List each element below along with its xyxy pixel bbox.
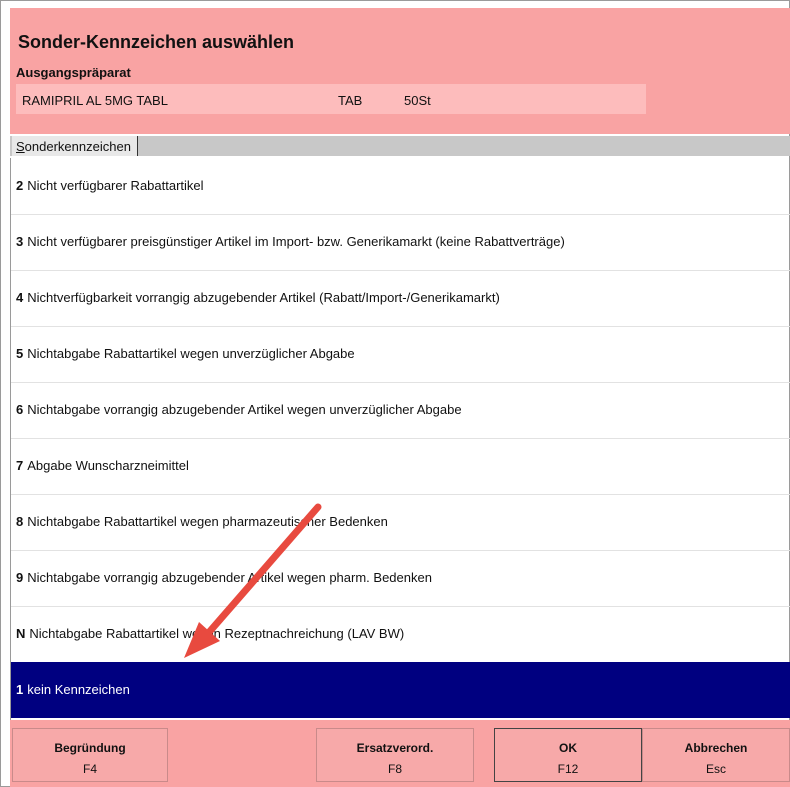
ok-button[interactable]: OK F12: [494, 728, 642, 782]
list-item[interactable]: 5 Nichtabgabe Rabattartikel wegen unverzü…: [11, 326, 790, 383]
tab-sonderkennzeichen[interactable]: Sonderkennzeichen: [12, 136, 138, 156]
product-pack: 50St: [404, 93, 431, 108]
list-item-selected[interactable]: 1 kein Kennzeichen: [11, 662, 790, 718]
option-key: 4: [16, 290, 24, 305]
ersatzverordnung-button[interactable]: Ersatzverord. F8: [316, 728, 474, 782]
begruendung-button[interactable]: Begründung F4: [12, 728, 168, 782]
list-item[interactable]: 9 Nichtabgabe vorrangig abzugebender Arti…: [11, 550, 790, 607]
dialog-title: Sonder-Kennzeichen auswählen: [18, 32, 295, 52]
option-key: 6: [16, 402, 24, 417]
option-list: 2 Nicht verfügbarer Rabattartikel 3 Nicht …: [10, 158, 790, 720]
list-item[interactable]: 8 Nichtabgabe Rabattartikel wegen pharmaz…: [11, 494, 790, 551]
option-text: Abgabe Wunscharzneimittel: [27, 458, 189, 473]
option-text: Nichtabgabe Rabattartikel wegen unverzüg…: [27, 346, 355, 361]
product-name: RAMIPRIL AL 5MG TABL: [22, 93, 168, 108]
dialog-header: Sonder-Kennzeichen auswählen Ausgangsprä…: [10, 8, 790, 134]
option-key: 3: [16, 234, 24, 249]
product-form: TAB: [338, 93, 363, 108]
option-text: Nichtabgabe Rabattartikel wegen pharmaze…: [27, 514, 388, 529]
option-text: kein Kennzeichen: [27, 682, 130, 697]
list-item[interactable]: 4 Nichtverfügbarkeit vorrangig abzugebend…: [11, 270, 790, 327]
list-item[interactable]: N Nichtabgabe Rabattartikel wegen Rezeptn…: [11, 606, 790, 663]
option-text: Nichtabgabe vorrangig abzugebender Artik…: [27, 402, 462, 417]
option-key: 1: [16, 682, 24, 697]
source-product-box: RAMIPRIL AL 5MG TABL TAB 50St: [16, 84, 646, 114]
option-key: 8: [16, 514, 24, 529]
option-key: 2: [16, 178, 24, 193]
source-product-label: Ausgangspräparat: [16, 65, 131, 80]
abbrechen-button[interactable]: Abbrechen Esc: [642, 728, 790, 782]
option-key: 9: [16, 570, 24, 585]
list-item[interactable]: 3 Nicht verfügbarer preisgünstiger Artike…: [11, 214, 790, 271]
list-item[interactable]: 6 Nichtabgabe vorrangig abzugebender Arti…: [11, 382, 790, 439]
option-key: N: [16, 626, 26, 641]
option-text: Nichtabgabe vorrangig abzugebender Artik…: [27, 570, 432, 585]
list-item[interactable]: 2 Nicht verfügbarer Rabattartikel: [11, 158, 790, 215]
option-key: 5: [16, 346, 24, 361]
list-item[interactable]: 7 Abgabe Wunscharzneimittel: [11, 438, 790, 495]
option-text: Nichtabgabe Rabattartikel wegen Rezeptna…: [29, 626, 405, 641]
option-key: 7: [16, 458, 24, 473]
tab-bar: Sonderkennzeichen: [10, 136, 790, 156]
option-text: Nicht verfügbarer Rabattartikel: [27, 178, 204, 193]
option-text: Nicht verfügbarer preisgünstiger Artikel…: [27, 234, 565, 249]
option-text: Nichtverfügbarkeit vorrangig abzugebende…: [27, 290, 500, 305]
button-bar: Begründung F4 Ersatzverord. F8 OK F12 Ab…: [10, 720, 790, 787]
